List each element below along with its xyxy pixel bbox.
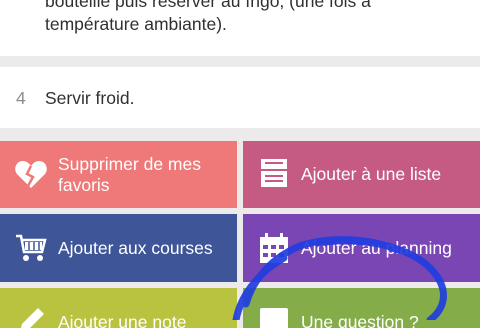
ask-question-label: Une question ?	[301, 312, 419, 328]
ask-question-button[interactable]: Une question ?	[243, 288, 480, 328]
step-3-text: bouteille puis réserver au frigo, (une f…	[45, 0, 371, 34]
step-text: Servir froid.	[45, 88, 135, 108]
add-note-label: Ajouter une note	[58, 312, 187, 328]
add-to-list-label: Ajouter à une liste	[301, 164, 442, 184]
step-number: 4	[16, 88, 26, 108]
remove-favorite-label: Supprimer de mes favoris	[58, 154, 201, 195]
add-to-shopping-button[interactable]: Ajouter aux courses	[0, 214, 237, 282]
add-to-list-button[interactable]: Ajouter à une liste	[243, 141, 480, 208]
broken-heart-icon	[14, 158, 48, 192]
add-to-planning-label: Ajouter au planning	[301, 238, 452, 258]
remove-favorite-button[interactable]: Supprimer de mes favoris	[0, 141, 237, 208]
add-to-shopping-label: Ajouter aux courses	[58, 238, 213, 258]
recipe-box-icon	[257, 157, 291, 191]
step-4-card: 4 Servir froid.	[0, 67, 480, 128]
add-to-planning-button[interactable]: Ajouter au planning	[243, 214, 480, 282]
chat-icon	[257, 304, 291, 328]
step-3-card: bouteille puis réserver au frigo, (une f…	[0, 0, 480, 56]
pencil-icon	[14, 304, 48, 328]
calendar-icon	[257, 231, 291, 265]
shopping-cart-icon	[14, 231, 48, 265]
add-note-button[interactable]: Ajouter une note	[0, 288, 237, 328]
